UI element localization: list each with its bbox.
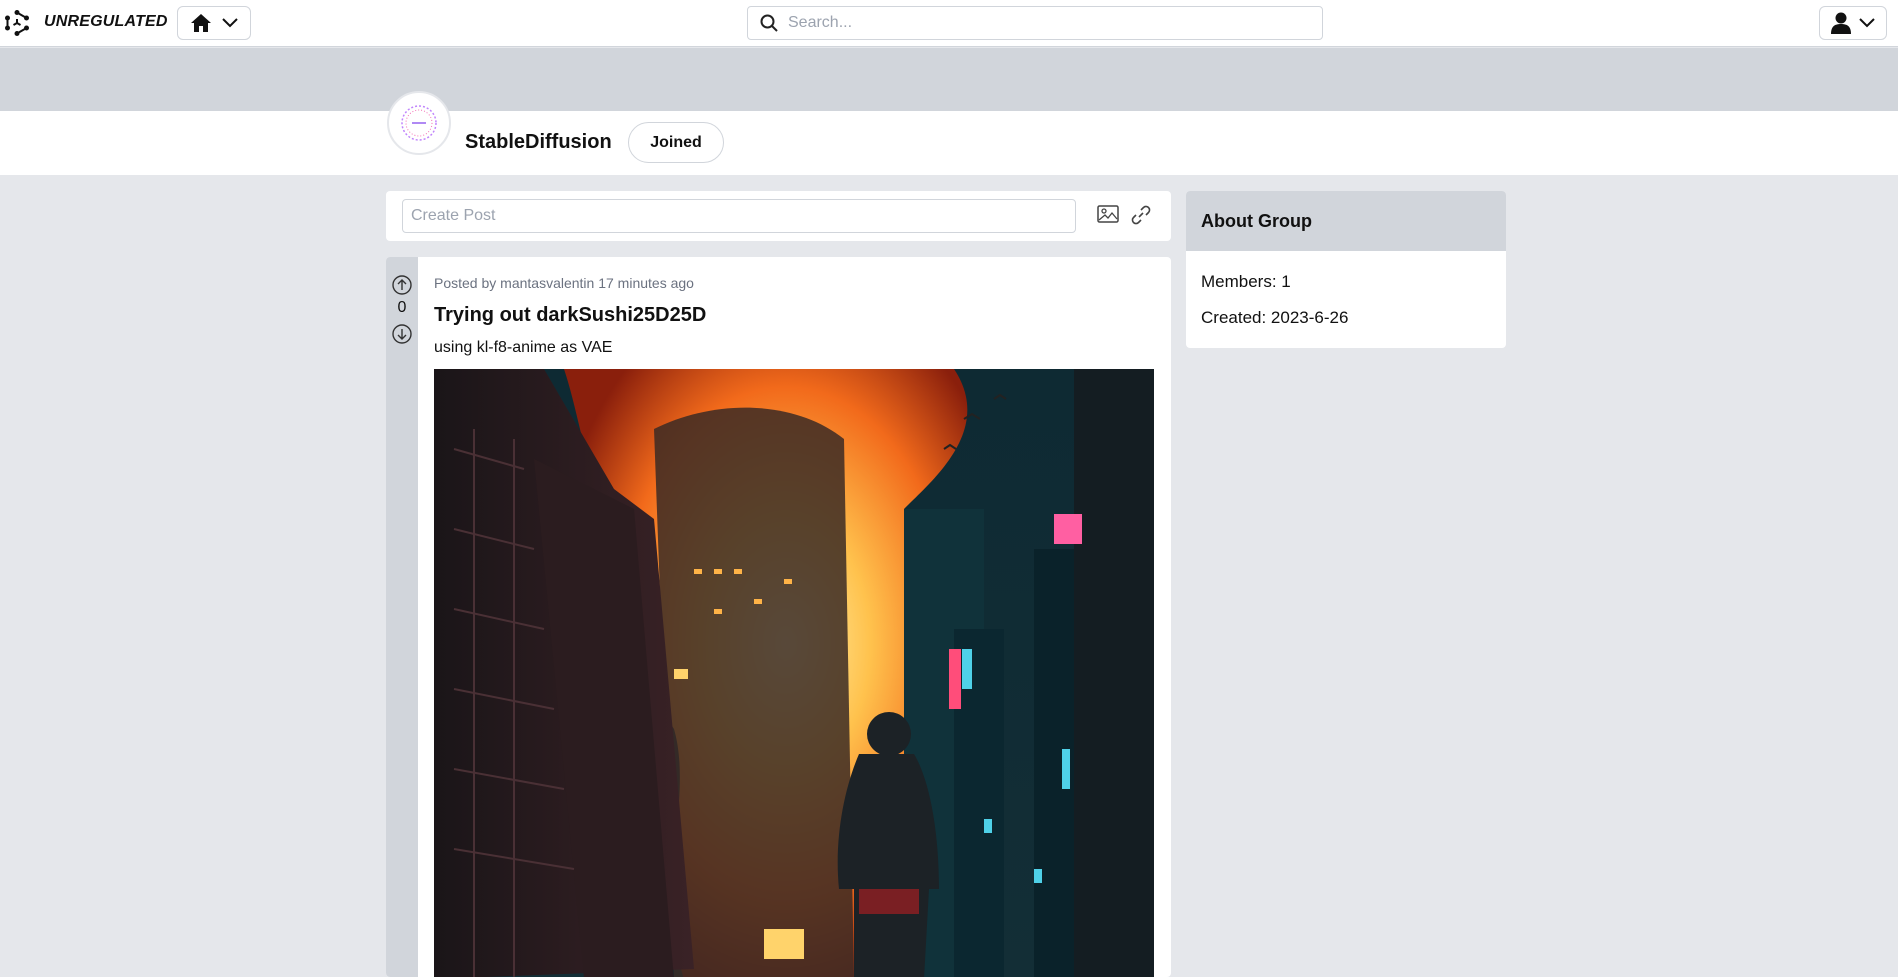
post-image-art <box>434 369 1154 977</box>
user-icon <box>1831 12 1851 34</box>
downvote-icon[interactable] <box>391 323 413 345</box>
search-input[interactable] <box>788 7 1322 39</box>
group-header <box>0 111 1898 175</box>
top-navbar: UNREGULATED <box>0 0 1898 47</box>
search-bar[interactable] <box>747 6 1323 40</box>
group-banner <box>0 48 1898 111</box>
hexagon-nodes-icon[interactable] <box>4 10 30 36</box>
posted-by-label: Posted by <box>434 275 497 291</box>
brand-name[interactable]: UNREGULATED <box>44 13 168 31</box>
vote-column: 0 <box>386 257 418 977</box>
post-card: 0 Posted by mantasvalentin 17 minutes ag… <box>386 257 1171 977</box>
image-icon[interactable] <box>1097 205 1119 223</box>
create-post-bar <box>386 191 1171 241</box>
post-image[interactable] <box>434 369 1154 977</box>
post-time: 17 minutes ago <box>598 275 694 291</box>
created-date: Created: 2023-6-26 <box>1201 308 1349 327</box>
home-dropdown-button[interactable] <box>177 6 251 40</box>
chevron-down-icon <box>1859 18 1875 28</box>
joined-button[interactable]: Joined <box>628 122 724 163</box>
about-group-title: About Group <box>1186 191 1506 251</box>
chevron-down-icon <box>222 18 238 28</box>
about-group-card: About Group Members: 1 Created: 2023-6-2… <box>1186 191 1506 348</box>
post-title[interactable]: Trying out darkSushi25D25D <box>434 304 706 327</box>
group-avatar-icon <box>401 105 437 141</box>
home-icon <box>191 14 211 32</box>
post-meta: Posted by mantasvalentin 17 minutes ago <box>434 275 694 291</box>
create-post-input[interactable] <box>402 199 1076 233</box>
group-avatar <box>387 91 451 155</box>
link-icon[interactable] <box>1130 204 1152 226</box>
post-body: using kl-f8-anime as VAE <box>434 339 613 356</box>
search-icon <box>760 14 778 32</box>
user-menu-button[interactable] <box>1819 6 1887 40</box>
post-author[interactable]: mantasvalentin <box>500 275 594 291</box>
group-name: StableDiffusion <box>465 131 612 153</box>
upvote-icon[interactable] <box>391 274 413 296</box>
vote-count: 0 <box>397 299 407 316</box>
members-count: Members: 1 <box>1201 272 1291 291</box>
